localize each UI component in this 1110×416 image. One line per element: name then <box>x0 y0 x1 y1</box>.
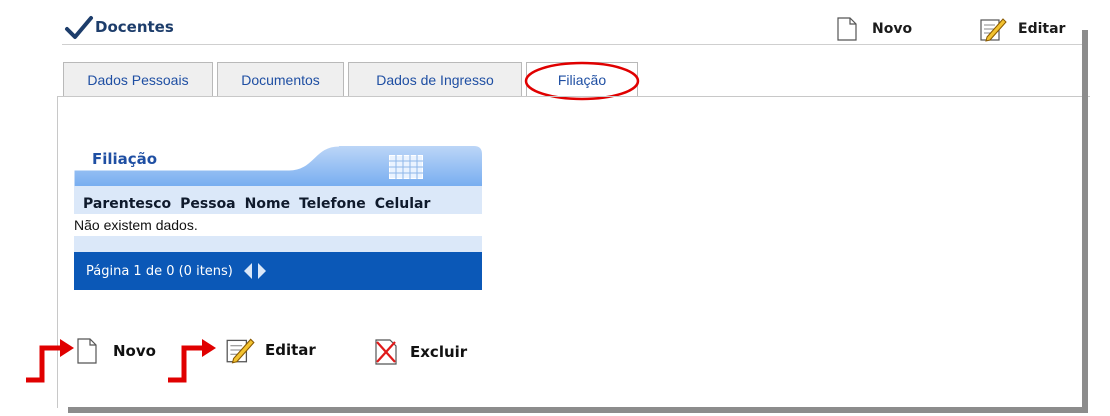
editar-button[interactable]: Editar <box>224 334 324 366</box>
edit-icon <box>226 338 255 364</box>
page-title: Docentes <box>95 18 174 36</box>
pager-text: Página 1 de 0 (0 itens) <box>86 263 233 279</box>
tab-dados-de-ingresso[interactable]: Dados de Ingresso <box>348 62 522 96</box>
grid-empty-message: Não existem dados. <box>74 214 482 236</box>
tab-label: Documentos <box>241 71 320 88</box>
edit-icon <box>980 18 1007 42</box>
new-document-icon <box>837 17 857 41</box>
grid-column-header-row: Parentesco Pessoa Nome Telefone Celular <box>74 186 482 214</box>
excluir-label: Excluir <box>410 343 468 361</box>
tab-dados-pessoais[interactable]: Dados Pessoais <box>63 62 213 96</box>
header-novo-label: Novo <box>872 21 913 37</box>
column-header-parentesco[interactable]: Parentesco <box>83 196 171 212</box>
previous-page-icon[interactable] <box>243 262 253 280</box>
column-header-nome[interactable]: Nome <box>245 196 290 212</box>
column-header-pessoa[interactable]: Pessoa <box>180 196 236 212</box>
novo-button[interactable]: Novo <box>76 336 166 366</box>
column-header-celular[interactable]: Celular <box>375 196 431 212</box>
header-novo-button[interactable]: Novo <box>836 16 926 42</box>
excluir-button[interactable]: Excluir <box>374 338 484 366</box>
grid-footer-band <box>74 236 482 252</box>
checkmark-icon <box>65 16 93 39</box>
tab-documentos[interactable]: Documentos <box>217 62 344 96</box>
delete-icon <box>375 339 397 365</box>
tab-label: Dados Pessoais <box>87 71 189 88</box>
frame-shadow-bottom <box>68 407 1088 413</box>
new-document-icon <box>77 338 97 364</box>
grid-title: Filiação <box>92 150 158 168</box>
editar-label: Editar <box>265 341 316 359</box>
grid-pager: Página 1 de 0 (0 itens) <box>74 252 482 290</box>
next-page-icon[interactable] <box>257 262 267 280</box>
header-editar-label: Editar <box>1018 21 1066 37</box>
grid-table-icon <box>389 155 423 179</box>
annotation-arrow-editar <box>168 339 216 383</box>
header-editar-button[interactable]: Editar <box>978 14 1078 44</box>
novo-label: Novo <box>113 342 156 360</box>
frame-shadow-right <box>1082 30 1088 413</box>
tab-label: Dados de Ingresso <box>376 71 494 88</box>
column-header-telefone[interactable]: Telefone <box>299 196 366 212</box>
header-divider <box>62 44 1084 45</box>
annotation-arrow-novo <box>26 339 74 383</box>
